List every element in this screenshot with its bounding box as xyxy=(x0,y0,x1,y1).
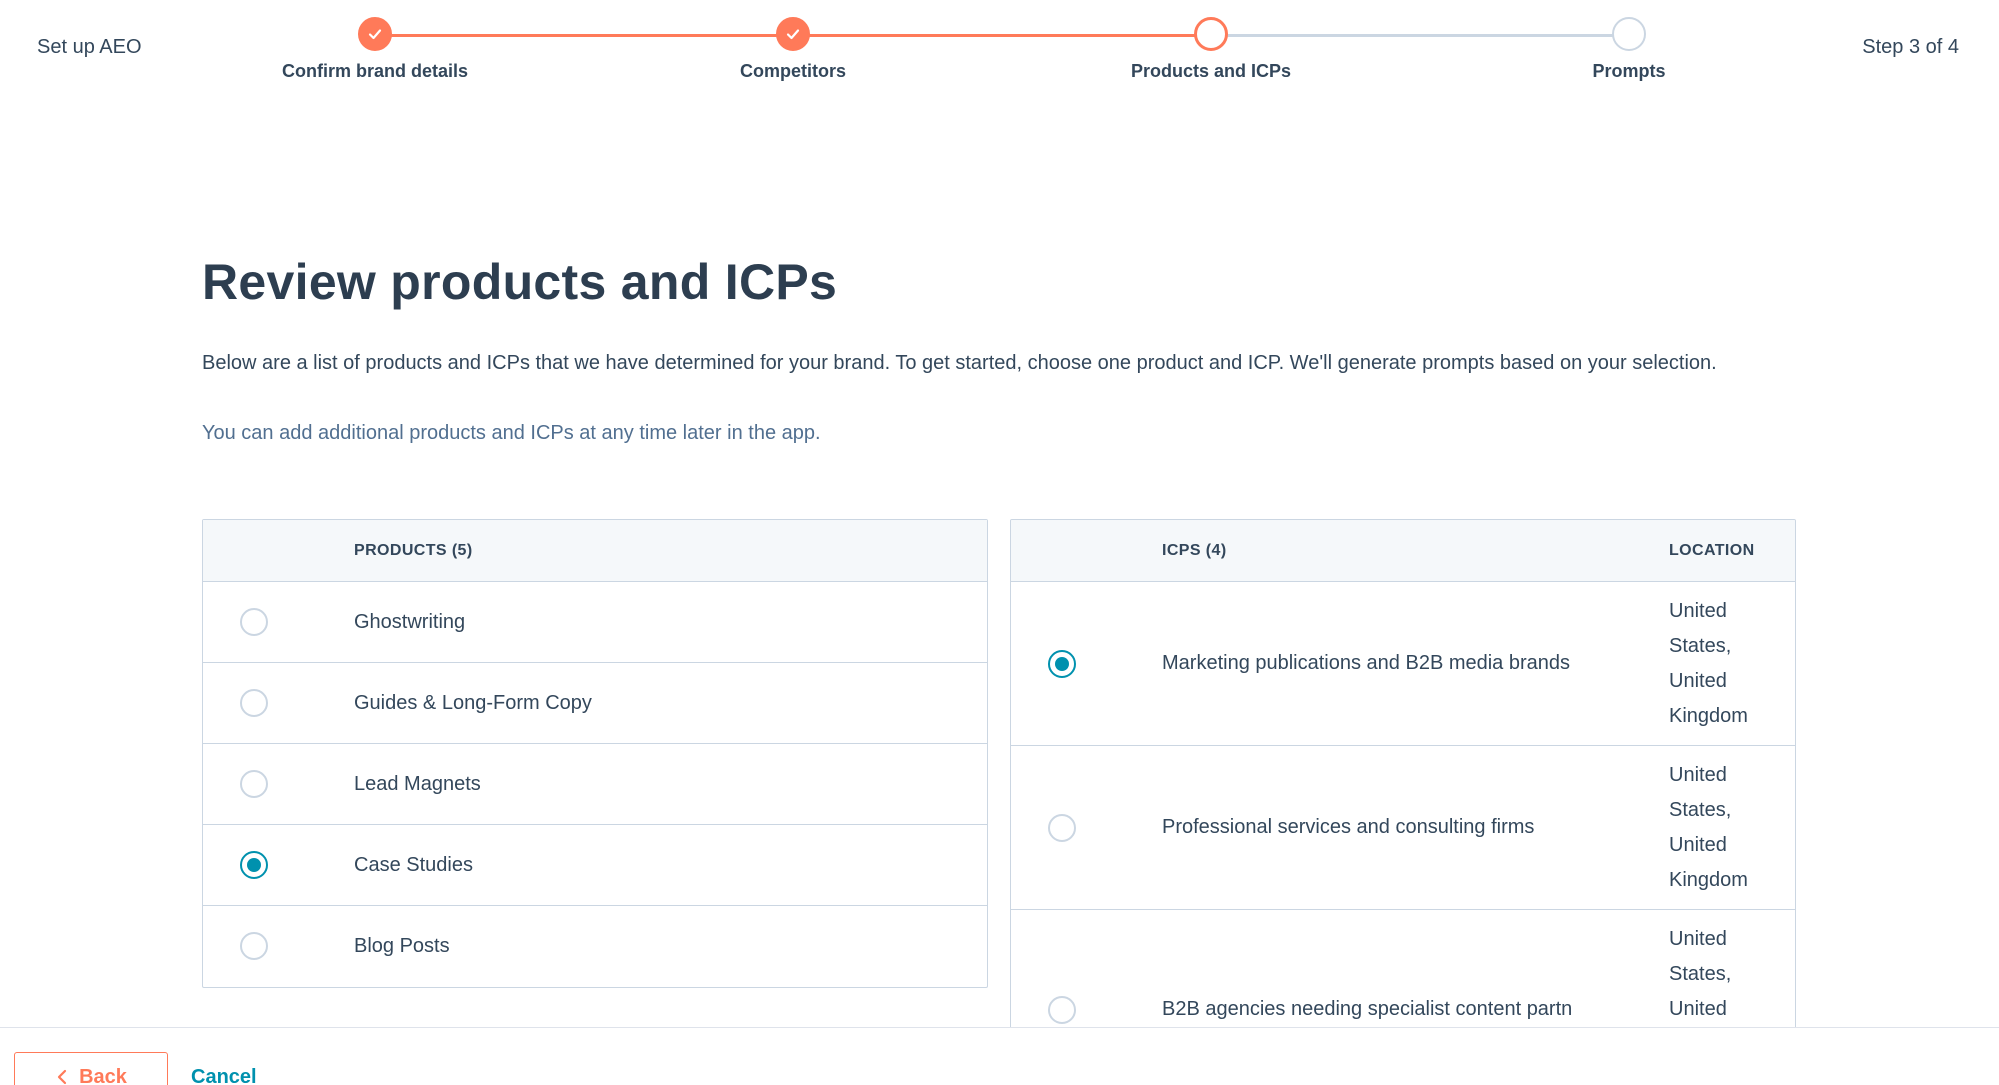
product-radio[interactable] xyxy=(240,932,268,960)
page-title: Review products and ICPs xyxy=(202,254,838,310)
icp-location: United States, United xyxy=(1669,928,1732,1020)
intro-text: Below are a list of products and ICPs th… xyxy=(202,352,1717,374)
product-row[interactable]: Ghostwriting xyxy=(203,582,987,663)
footer-bar: Back Cancel xyxy=(0,1027,1999,1085)
icp-row[interactable]: Professional services and consulting fir… xyxy=(1011,746,1795,910)
step-connector-1 xyxy=(375,34,793,37)
setup-stepper-header: Set up AEO Confirm brand details Competi… xyxy=(0,0,1999,100)
icps-table-header: ICPS (4) LOCATION xyxy=(1011,520,1795,582)
check-icon xyxy=(776,17,810,51)
icp-radio[interactable] xyxy=(1048,814,1076,842)
chevron-left-icon xyxy=(57,1069,67,1085)
icp-location: United States, United Kingdom xyxy=(1669,600,1748,727)
product-label: Case Studies xyxy=(354,854,473,876)
step-count: Step 3 of 4 xyxy=(1862,36,1959,58)
icp-label: Marketing publications and B2B media bra… xyxy=(1162,652,1571,674)
back-button[interactable]: Back xyxy=(14,1052,168,1085)
icp-row[interactable]: B2B agencies needing specialist content … xyxy=(1011,910,1795,1028)
hint-text: You can add additional products and ICPs… xyxy=(202,422,821,444)
product-label: Guides & Long-Form Copy xyxy=(354,692,592,714)
icp-radio[interactable] xyxy=(1048,996,1076,1024)
icp-row[interactable]: Marketing publications and B2B media bra… xyxy=(1011,582,1795,746)
icp-label: Professional services and consulting fir… xyxy=(1162,816,1535,838)
products-table-header: PRODUCTS (5) xyxy=(203,520,987,582)
product-radio-selected[interactable] xyxy=(240,851,268,879)
check-icon xyxy=(358,17,392,51)
back-button-label: Back xyxy=(79,1066,127,1085)
step-connector-2 xyxy=(793,34,1211,37)
products-column-header: PRODUCTS (5) xyxy=(354,542,473,559)
app-title: Set up AEO xyxy=(37,36,142,58)
step-connector-3 xyxy=(1211,34,1629,37)
product-radio[interactable] xyxy=(240,608,268,636)
main-content: Review products and ICPs Below are a lis… xyxy=(202,250,1802,451)
product-row[interactable]: Lead Magnets xyxy=(203,744,987,825)
icp-radio-selected[interactable] xyxy=(1048,650,1076,678)
product-row[interactable]: Blog Posts xyxy=(203,906,987,987)
upcoming-step-indicator xyxy=(1612,17,1646,51)
step-label: Prompts xyxy=(1592,61,1666,81)
icp-location: United States, United Kingdom xyxy=(1669,764,1748,891)
step-label: Confirm brand details xyxy=(281,61,469,81)
product-row[interactable]: Case Studies xyxy=(203,825,987,906)
icp-label: B2B agencies needing specialist content … xyxy=(1162,998,1573,1020)
location-column-header: LOCATION xyxy=(1669,542,1755,559)
product-label: Lead Magnets xyxy=(354,773,481,795)
icps-column-header: ICPS (4) xyxy=(1162,542,1227,559)
product-radio[interactable] xyxy=(240,770,268,798)
product-radio[interactable] xyxy=(240,689,268,717)
product-label: Blog Posts xyxy=(354,935,450,957)
icps-table: ICPS (4) LOCATION Marketing publications… xyxy=(1010,519,1796,1029)
products-table: PRODUCTS (5) Ghostwriting Guides & Long-… xyxy=(202,519,988,988)
step-label: Products and ICPs xyxy=(1130,61,1292,81)
cancel-link[interactable]: Cancel xyxy=(191,1066,257,1085)
step-label: Competitors xyxy=(739,61,846,81)
product-label: Ghostwriting xyxy=(354,611,466,633)
current-step-indicator xyxy=(1194,17,1228,51)
product-row[interactable]: Guides & Long-Form Copy xyxy=(203,663,987,744)
